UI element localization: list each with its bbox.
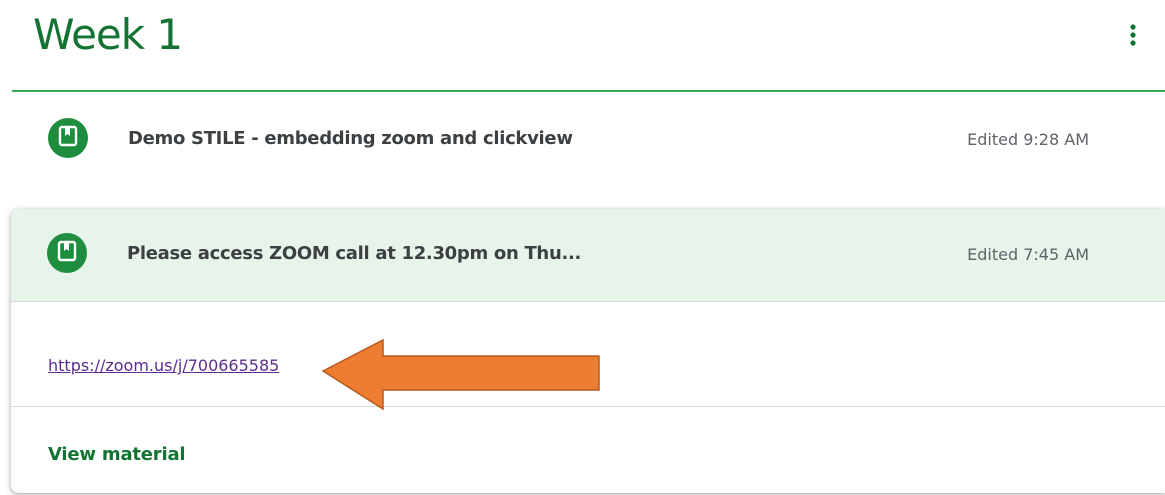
topic-more-button[interactable] <box>1116 20 1150 54</box>
material-description <box>11 302 1165 407</box>
edited-time: Edited 9:28 AM <box>967 130 1089 149</box>
expanded-material-card: Please access ZOOM call at 12.30pm on Th… <box>11 209 1165 493</box>
material-item[interactable]: Demo STILE - embedding zoom and clickvie… <box>12 94 1165 186</box>
topic-divider <box>12 90 1165 92</box>
material-title: Please access ZOOM call at 12.30pm on Th… <box>127 243 582 264</box>
material-avatar <box>47 233 87 273</box>
view-material-button[interactable]: View material <box>48 444 186 465</box>
book-icon <box>57 125 79 152</box>
classwork-page: Week 1 Demo STILE - embedding zoom and c… <box>0 0 1165 495</box>
material-title: Demo STILE - embedding zoom and clickvie… <box>128 128 573 149</box>
material-avatar <box>48 118 88 158</box>
edited-time: Edited 7:45 AM <box>967 245 1089 264</box>
book-icon <box>56 240 78 267</box>
more-vert-icon <box>1129 23 1137 52</box>
zoom-meeting-link[interactable]: https://zoom.us/j/700665585 <box>48 356 279 375</box>
topic-title: Week 1 <box>33 10 183 59</box>
material-item-expanded[interactable]: Please access ZOOM call at 12.30pm on Th… <box>11 209 1165 302</box>
